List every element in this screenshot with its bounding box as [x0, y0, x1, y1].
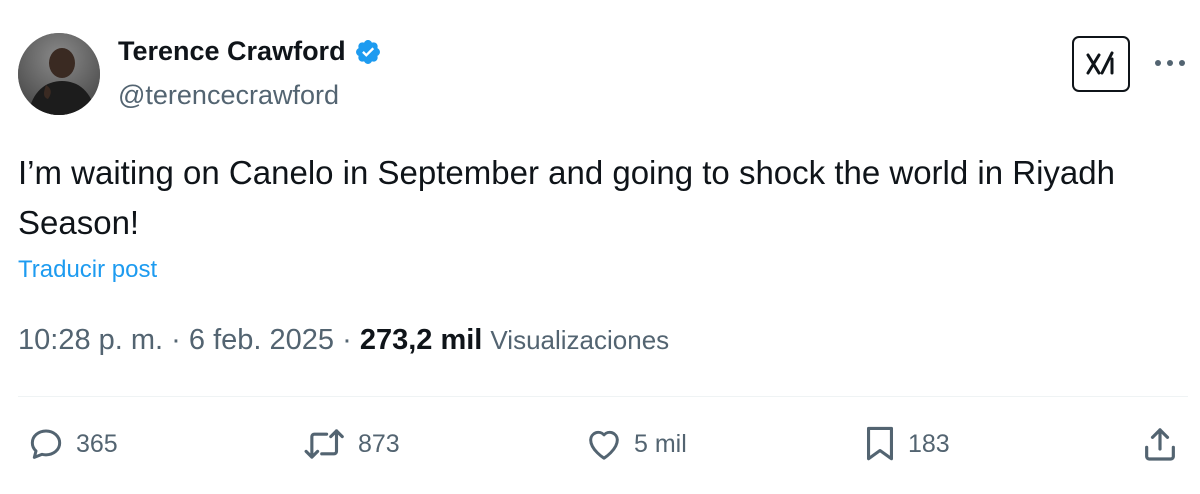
- author-handle[interactable]: @terencecrawford: [118, 80, 339, 111]
- bookmark-icon: [866, 426, 894, 461]
- tweet-meta: 10:28 p. m. · 6 feb. 2025 · 273,2 mil Vi…: [18, 324, 669, 357]
- meta-separator: ·: [171, 324, 181, 356]
- grok-icon: [1086, 51, 1114, 75]
- tweet-time[interactable]: 10:28 p. m.: [18, 324, 163, 356]
- grok-button[interactable]: [1072, 36, 1130, 92]
- reply-count: 365: [76, 429, 118, 458]
- bookmark-count: 183: [908, 429, 950, 458]
- tweet-text: I’m waiting on Canelo in September and g…: [18, 154, 1115, 241]
- author-name[interactable]: Terence Crawford: [118, 36, 346, 67]
- more-options-button[interactable]: [1152, 48, 1188, 78]
- avatar-image: [18, 33, 100, 115]
- author-name-row[interactable]: Terence Crawford: [118, 36, 382, 67]
- translate-post-link[interactable]: Traducir post: [18, 256, 157, 284]
- like-button[interactable]: 5 mil: [584, 424, 687, 464]
- meta-separator: ·: [342, 324, 352, 356]
- divider: [18, 396, 1188, 397]
- avatar[interactable]: [18, 33, 100, 115]
- views-label: Visualizaciones: [490, 325, 670, 355]
- more-icon: [1155, 60, 1185, 66]
- repost-button[interactable]: 873: [302, 424, 400, 464]
- share-icon: [1145, 428, 1175, 461]
- tweet-date[interactable]: 6 feb. 2025: [189, 324, 334, 356]
- like-count: 5 mil: [634, 429, 687, 458]
- views-count: 273,2 mil: [359, 324, 483, 356]
- reply-button[interactable]: 365: [26, 424, 118, 464]
- repost-count: 873: [358, 429, 400, 458]
- bookmark-button[interactable]: 183: [862, 424, 950, 464]
- repost-icon: [304, 429, 344, 459]
- heart-icon: [589, 430, 619, 460]
- share-button[interactable]: [1140, 424, 1180, 464]
- verified-badge-icon[interactable]: [354, 38, 382, 66]
- reply-icon: [30, 429, 62, 459]
